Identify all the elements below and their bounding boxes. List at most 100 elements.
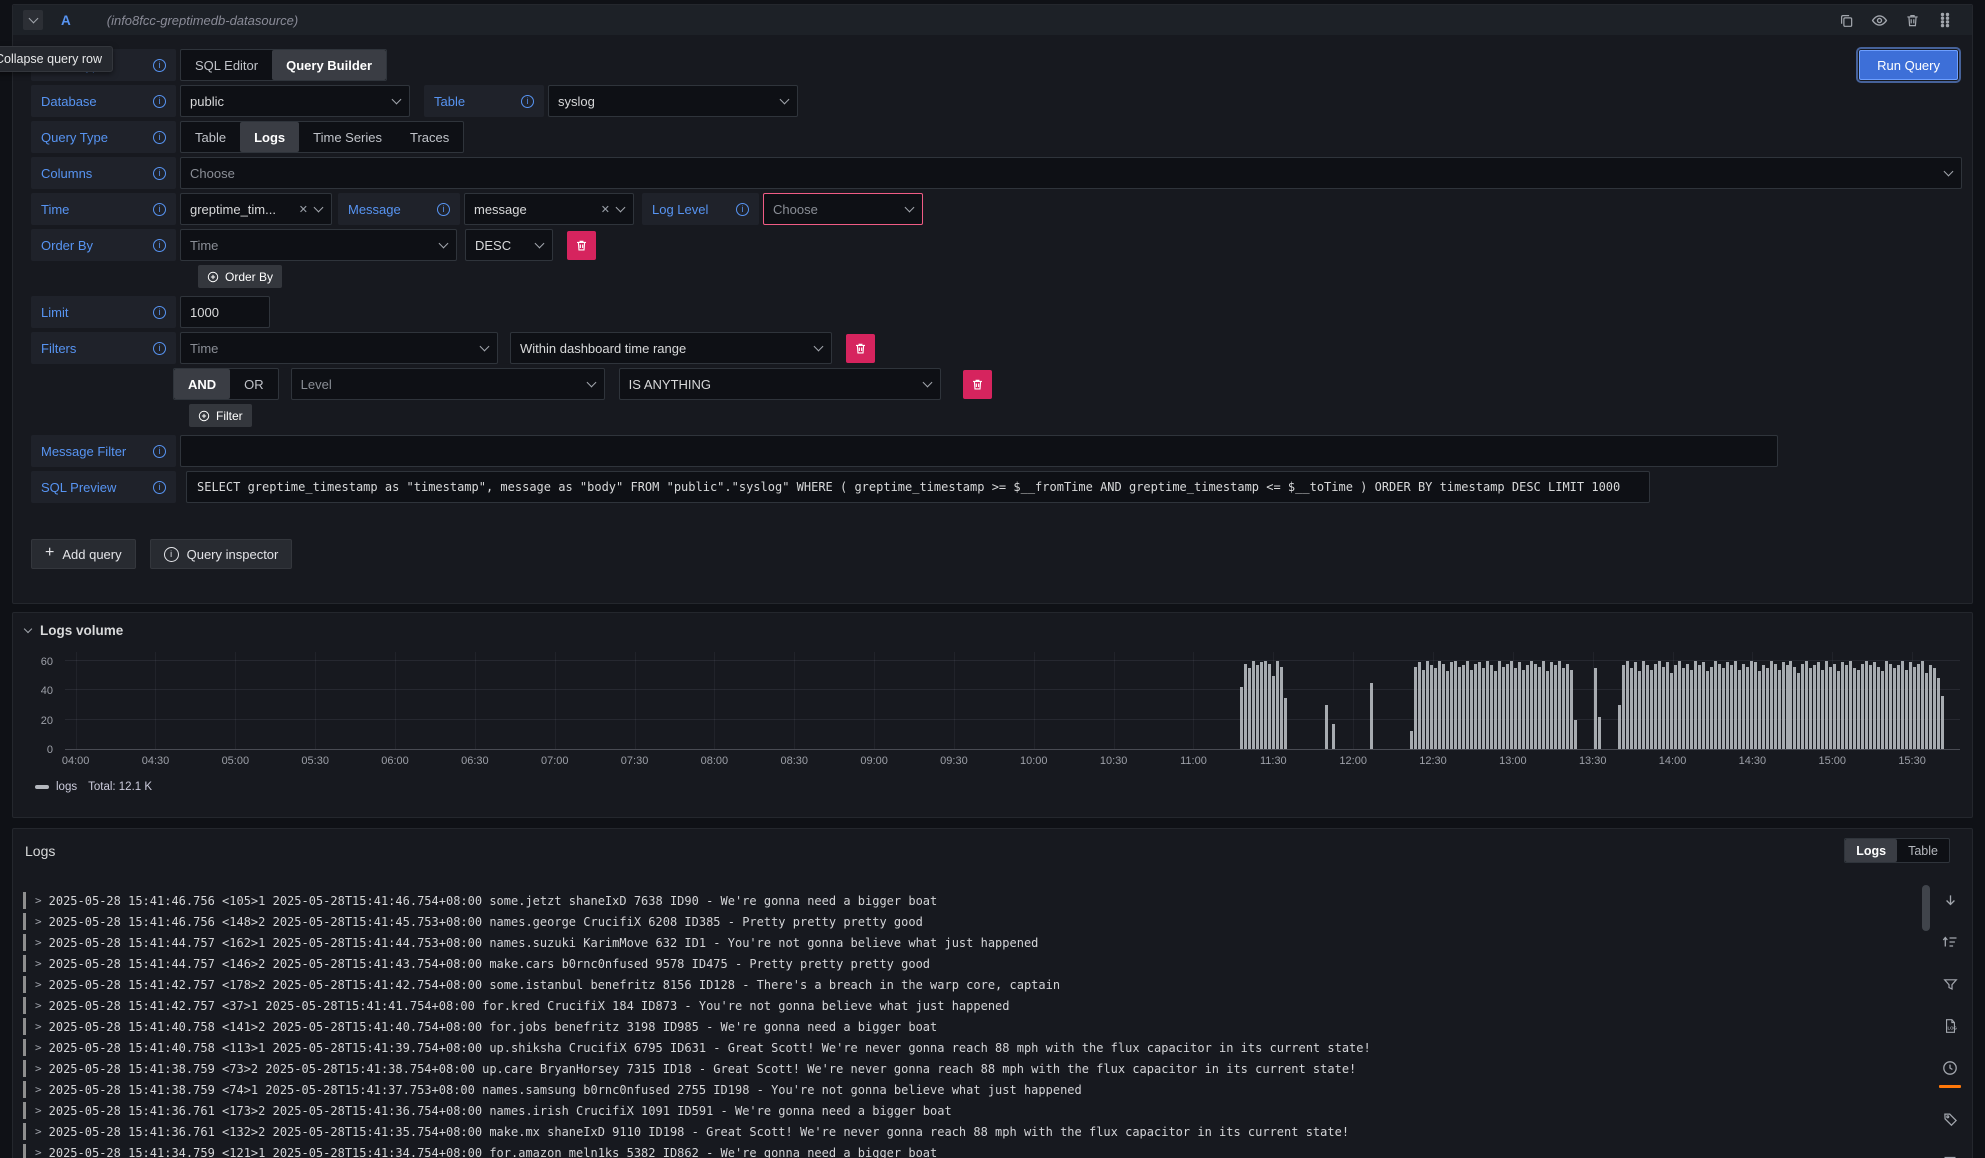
query-type-logs-option[interactable]: Logs <box>240 122 299 152</box>
log-row[interactable]: >2025-05-28 15:41:38.759 <74>1 2025-05-2… <box>13 1079 1972 1100</box>
columns-label: Columns i <box>31 157 176 189</box>
show-time-icon[interactable] <box>1941 1059 1959 1077</box>
logs-volume-plot[interactable] <box>65 652 1960 750</box>
table-view-option[interactable]: Table <box>1897 839 1949 862</box>
time-column-select[interactable]: greptime_tim... ✕ <box>180 193 332 225</box>
logs-view-option[interactable]: Logs <box>1845 839 1897 862</box>
info-icon[interactable]: i <box>153 59 166 72</box>
expand-log-chevron-icon[interactable]: > <box>35 1125 42 1138</box>
expand-log-chevron-icon[interactable]: > <box>35 1062 42 1075</box>
query-type-table-option[interactable]: Table <box>181 122 240 152</box>
log-row[interactable]: >2025-05-28 15:41:36.761 <173>2 2025-05-… <box>13 1100 1972 1121</box>
run-query-button[interactable]: Run Query <box>1859 50 1958 80</box>
expand-log-chevron-icon[interactable]: > <box>35 1041 42 1054</box>
volume-bar <box>1929 665 1932 749</box>
filter-or-option[interactable]: OR <box>230 369 278 399</box>
log-row[interactable]: >2025-05-28 15:41:34.759 <121>1 2025-05-… <box>13 1142 1972 1158</box>
database-select[interactable]: public <box>180 85 410 117</box>
log-row[interactable]: >2025-05-28 15:41:42.757 <37>1 2025-05-2… <box>13 995 1972 1016</box>
info-icon[interactable]: i <box>521 95 534 108</box>
info-icon[interactable]: i <box>437 203 450 216</box>
expand-log-chevron-icon[interactable]: > <box>35 999 42 1012</box>
wrap-lines-icon[interactable] <box>1941 1152 1959 1158</box>
log-row[interactable]: >2025-05-28 15:41:40.758 <113>1 2025-05-… <box>13 1037 1972 1058</box>
volume-bar <box>1801 664 1804 749</box>
duplicate-query-icon[interactable] <box>1837 11 1855 29</box>
info-icon[interactable]: i <box>153 203 166 216</box>
deduplication-filter-icon[interactable] <box>1941 975 1959 993</box>
order-by-field-select[interactable]: Time <box>180 229 457 261</box>
log-row[interactable]: >2025-05-28 15:41:44.757 <162>1 2025-05-… <box>13 932 1972 953</box>
expand-log-chevron-icon[interactable]: > <box>35 894 42 907</box>
info-icon[interactable]: i <box>153 95 166 108</box>
volume-bar <box>1514 668 1517 749</box>
unique-labels-icon[interactable] <box>1941 1110 1959 1128</box>
info-icon[interactable]: i <box>736 203 749 216</box>
volume-bar <box>1494 671 1497 749</box>
delete-query-trash-icon[interactable] <box>1903 11 1921 29</box>
expand-log-chevron-icon[interactable]: > <box>35 1020 42 1033</box>
filter2-field-select[interactable]: Level <box>291 368 605 400</box>
info-icon[interactable]: i <box>153 306 166 319</box>
expand-log-chevron-icon[interactable]: > <box>35 936 42 949</box>
volume-bar <box>1742 664 1745 749</box>
filter1-operator-select[interactable]: Within dashboard time range <box>510 332 832 364</box>
volume-bar <box>1248 668 1251 749</box>
columns-select[interactable]: Choose <box>180 157 1962 189</box>
log-row[interactable]: >2025-05-28 15:41:40.758 <141>2 2025-05-… <box>13 1016 1972 1037</box>
remove-order-by-button[interactable] <box>567 231 596 260</box>
logs-scrollbar[interactable] <box>1922 885 1930 931</box>
expand-log-chevron-icon[interactable]: > <box>35 1146 42 1158</box>
series-name[interactable]: logs <box>56 781 77 793</box>
drag-handle-icon[interactable] <box>1936 11 1954 29</box>
expand-log-chevron-icon[interactable]: > <box>35 978 42 991</box>
expand-log-chevron-icon[interactable]: > <box>35 915 42 928</box>
info-icon[interactable]: i <box>153 131 166 144</box>
info-icon[interactable]: i <box>153 445 166 458</box>
message-filter-input[interactable] <box>180 435 1778 467</box>
info-icon[interactable]: i <box>153 239 166 252</box>
log-row[interactable]: >2025-05-28 15:41:44.757 <146>2 2025-05-… <box>13 953 1972 974</box>
volume-bar <box>1925 673 1928 749</box>
table-select[interactable]: syslog <box>548 85 798 117</box>
logs-volume-header[interactable]: Logs volume <box>13 613 1972 638</box>
log-row[interactable]: >2025-05-28 15:41:36.761 <132>2 2025-05-… <box>13 1121 1972 1142</box>
log-row[interactable]: >2025-05-28 15:41:46.756 <105>1 2025-05-… <box>13 890 1972 911</box>
log-row[interactable]: >2025-05-28 15:41:46.756 <148>2 2025-05-… <box>13 911 1972 932</box>
volume-bar <box>1426 661 1429 749</box>
remove-filter2-button[interactable] <box>963 370 992 399</box>
info-icon[interactable]: i <box>153 167 166 180</box>
filter1-field-select[interactable]: Time <box>180 332 498 364</box>
info-icon[interactable]: i <box>153 481 166 494</box>
query-inspector-button[interactable]: i Query inspector <box>150 539 293 569</box>
log-row[interactable]: >2025-05-28 15:41:42.757 <178>2 2025-05-… <box>13 974 1972 995</box>
remove-filter1-button[interactable] <box>846 334 875 363</box>
expand-log-chevron-icon[interactable]: > <box>35 1083 42 1096</box>
collapse-query-row-button[interactable] <box>23 10 43 30</box>
filter2-operator-select[interactable]: IS ANYTHING <box>619 368 941 400</box>
log-level-select[interactable]: Choose <box>763 193 923 225</box>
filter-and-option[interactable]: AND <box>174 369 230 399</box>
hide-response-eye-icon[interactable] <box>1870 11 1888 29</box>
query-type-timeseries-option[interactable]: Time Series <box>299 122 396 152</box>
expand-log-chevron-icon[interactable]: > <box>35 957 42 970</box>
sql-editor-option[interactable]: SQL Editor <box>181 50 272 80</box>
add-query-button[interactable]: + Add query <box>31 539 136 569</box>
log-row[interactable]: >2025-05-28 15:41:38.759 <73>2 2025-05-2… <box>13 1058 1972 1079</box>
log-details-icon[interactable]: LOG <box>1941 1017 1959 1035</box>
query-builder-option[interactable]: Query Builder <box>272 50 386 80</box>
query-type-traces-option[interactable]: Traces <box>396 122 463 152</box>
datasource-name: (info8fcc-greptimedb-datasource) <box>107 13 298 28</box>
add-order-by-button[interactable]: Order By <box>198 265 282 288</box>
message-column-select[interactable]: message ✕ <box>464 193 634 225</box>
scroll-to-bottom-icon[interactable] <box>1941 891 1959 909</box>
clear-icon[interactable]: ✕ <box>299 203 308 216</box>
volume-bar <box>1638 671 1641 749</box>
oldest-logs-first-icon[interactable] <box>1941 933 1959 951</box>
clear-icon[interactable]: ✕ <box>601 203 610 216</box>
limit-input[interactable]: 1000 <box>180 296 270 328</box>
add-filter-button[interactable]: Filter <box>189 404 252 427</box>
info-icon[interactable]: i <box>153 342 166 355</box>
expand-log-chevron-icon[interactable]: > <box>35 1104 42 1117</box>
order-by-direction-select[interactable]: DESC <box>465 229 553 261</box>
